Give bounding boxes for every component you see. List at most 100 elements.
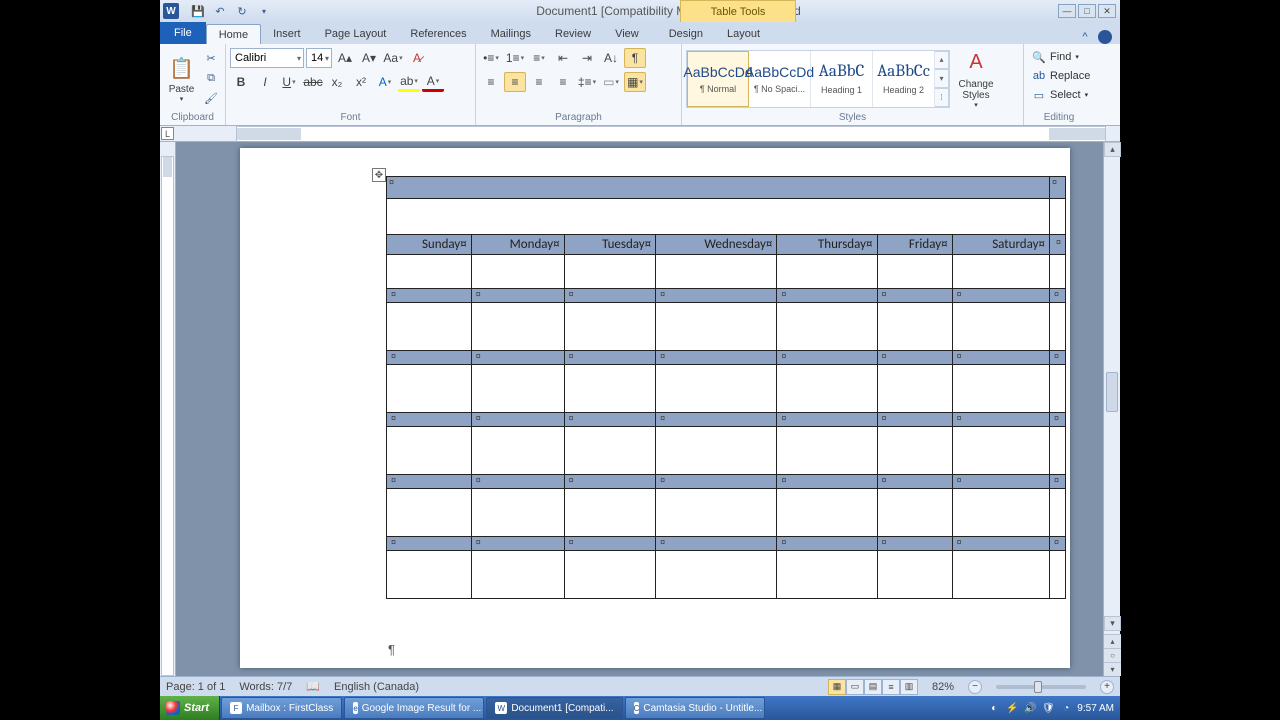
style-heading2[interactable]: AaBbCcHeading 2 (873, 51, 935, 107)
tray-icon[interactable]: 🔊 (1023, 701, 1037, 715)
sort-icon[interactable]: A↓ (600, 48, 622, 68)
subscript-button[interactable]: x₂ (326, 72, 348, 92)
underline-button[interactable]: U▾ (278, 72, 300, 92)
print-layout-view-icon[interactable]: ▦ (828, 679, 846, 695)
references-tab[interactable]: References (398, 24, 478, 44)
day-header[interactable]: Wednesday¤ (656, 235, 777, 255)
vertical-scrollbar[interactable]: ▴ ▾ ▴ ○ ▾ (1103, 142, 1120, 676)
strikethrough-button[interactable]: abc (302, 72, 324, 92)
tray-icon[interactable]: ⚡ (1005, 701, 1019, 715)
day-header[interactable]: Saturday¤ (952, 235, 1049, 255)
document-page[interactable]: ✥ ¤¤ Sunday¤ Monday¤ Tuesday¤ Wednesday¤… (240, 148, 1070, 668)
styles-scroll-up-icon[interactable]: ▴ (935, 51, 949, 70)
proofing-icon[interactable]: 📖 (306, 680, 320, 693)
scroll-up-icon[interactable]: ▴ (1104, 142, 1121, 157)
day-header[interactable]: Tuesday¤ (564, 235, 656, 255)
scroll-down-icon[interactable]: ▾ (1104, 616, 1121, 631)
paste-button[interactable]: 📋 Paste ▾ (164, 47, 199, 111)
browse-object-icon[interactable]: ○ (1104, 648, 1121, 662)
vertical-ruler[interactable] (160, 142, 176, 676)
start-button[interactable]: Start (160, 696, 220, 720)
scroll-thumb[interactable] (1106, 372, 1118, 412)
justify-icon[interactable]: ≡ (552, 72, 574, 92)
table-move-handle-icon[interactable]: ✥ (372, 168, 386, 182)
horizontal-ruler[interactable]: L (160, 126, 1120, 142)
grow-font-icon[interactable]: A▴ (334, 48, 356, 68)
find-button[interactable]: 🔍Find▾ (1028, 48, 1083, 66)
line-spacing-icon[interactable]: ‡≡▾ (576, 72, 598, 92)
taskbar-item[interactable]: WDocument1 [Compati... (486, 697, 622, 719)
word-count-status[interactable]: Words: 7/7 (239, 681, 292, 693)
styles-gallery[interactable]: AaBbCcDd¶ Normal AaBbCcDd¶ No Spaci... A… (686, 50, 950, 108)
change-case-icon[interactable]: Aa▾ (382, 48, 404, 68)
change-styles-button[interactable]: A Change Styles ▾ (952, 47, 1000, 111)
next-page-icon[interactable]: ▾ (1104, 662, 1121, 676)
layout-tab[interactable]: Layout (715, 24, 772, 44)
numbering-icon[interactable]: 1≡▾ (504, 48, 526, 68)
multilevel-list-icon[interactable]: ≡▾ (528, 48, 550, 68)
format-painter-icon[interactable]: 🖌 (201, 90, 221, 108)
font-name-combo[interactable]: Calibri (230, 48, 304, 68)
redo-icon[interactable]: ↻ (233, 2, 251, 20)
outline-view-icon[interactable]: ≡ (882, 679, 900, 695)
day-header[interactable]: Sunday¤ (387, 235, 472, 255)
font-color-icon[interactable]: A▾ (422, 72, 444, 92)
clock[interactable]: 9:57 AM (1077, 703, 1114, 714)
text-effects-icon[interactable]: A▾ (374, 72, 396, 92)
align-right-icon[interactable]: ≡ (528, 72, 550, 92)
styles-more-icon[interactable]: ⁞ (935, 88, 949, 107)
replace-button[interactable]: abReplace (1028, 67, 1094, 85)
italic-button[interactable]: I (254, 72, 276, 92)
tray-icon[interactable]: ◔ (1059, 701, 1073, 715)
styles-scroll-down-icon[interactable]: ▾ (935, 69, 949, 88)
taskbar-item[interactable]: FMailbox : FirstClass (221, 697, 342, 719)
zoom-level[interactable]: 82% (932, 681, 954, 693)
minimize-button[interactable]: — (1058, 4, 1076, 18)
align-center-icon[interactable]: ≡ (504, 72, 526, 92)
style-heading1[interactable]: AaBbCHeading 1 (811, 51, 873, 107)
file-tab[interactable]: File (160, 22, 206, 44)
increase-indent-icon[interactable]: ⇥ (576, 48, 598, 68)
taskbar-item[interactable]: CCamtasia Studio - Untitle... (625, 697, 765, 719)
help-icon[interactable]: ? (1098, 30, 1112, 44)
day-header[interactable]: Monday¤ (471, 235, 564, 255)
show-hide-paragraph-icon[interactable]: ¶ (624, 48, 646, 68)
tab-selector-icon[interactable]: L (161, 127, 174, 140)
align-left-icon[interactable]: ≡ (480, 72, 502, 92)
zoom-out-button[interactable]: − (968, 680, 982, 694)
font-size-combo[interactable]: 14 (306, 48, 332, 68)
undo-icon[interactable]: ↶ (211, 2, 229, 20)
review-tab[interactable]: Review (543, 24, 603, 44)
close-button[interactable]: ✕ (1098, 4, 1116, 18)
qat-customize-icon[interactable]: ▾ (255, 2, 273, 20)
design-tab[interactable]: Design (657, 24, 715, 44)
mailings-tab[interactable]: Mailings (479, 24, 543, 44)
zoom-slider[interactable] (996, 685, 1086, 689)
tray-icon[interactable]: ◐ (987, 701, 1001, 715)
superscript-button[interactable]: x² (350, 72, 372, 92)
select-button[interactable]: ▭Select▾ (1028, 86, 1092, 104)
calendar-table[interactable]: ¤¤ Sunday¤ Monday¤ Tuesday¤ Wednesday¤ T… (386, 176, 1066, 599)
previous-page-icon[interactable]: ▴ (1104, 634, 1121, 648)
day-header[interactable]: Friday¤ (877, 235, 952, 255)
day-header[interactable]: Thursday¤ (777, 235, 877, 255)
page-status[interactable]: Page: 1 of 1 (166, 681, 225, 693)
page-viewport[interactable]: ✥ ¤¤ Sunday¤ Monday¤ Tuesday¤ Wednesday¤… (176, 142, 1103, 676)
language-status[interactable]: English (Canada) (334, 681, 419, 693)
zoom-in-button[interactable]: + (1100, 680, 1114, 694)
maximize-button[interactable]: □ (1078, 4, 1096, 18)
view-tab[interactable]: View (603, 24, 651, 44)
shrink-font-icon[interactable]: A▾ (358, 48, 380, 68)
bold-button[interactable]: B (230, 72, 252, 92)
draft-view-icon[interactable]: ▥ (900, 679, 918, 695)
save-icon[interactable]: 💾 (189, 2, 207, 20)
style-normal[interactable]: AaBbCcDd¶ Normal (687, 51, 749, 107)
borders-icon[interactable]: ▦▾ (624, 72, 646, 92)
web-layout-view-icon[interactable]: ▤ (864, 679, 882, 695)
highlight-color-icon[interactable]: ab▾ (398, 72, 420, 92)
tray-icon[interactable]: 🛡 (1041, 701, 1055, 715)
clear-formatting-icon[interactable]: A̷ (406, 48, 428, 68)
bullets-icon[interactable]: •≡▾ (480, 48, 502, 68)
shading-icon[interactable]: ▭▾ (600, 72, 622, 92)
decrease-indent-icon[interactable]: ⇤ (552, 48, 574, 68)
